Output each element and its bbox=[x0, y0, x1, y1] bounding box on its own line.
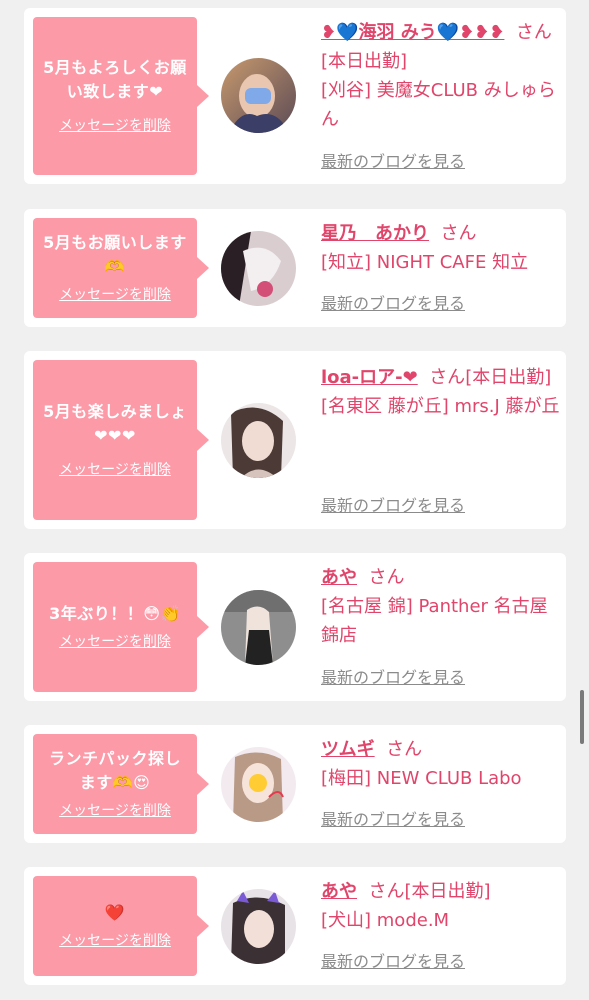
latest-blog-link[interactable]: 最新のブログを見る bbox=[321, 293, 465, 315]
girl-name-link[interactable]: 星乃 あかり bbox=[321, 223, 429, 244]
entry-info: ツムギ さん [梅田] NEW CLUB Labo bbox=[321, 735, 561, 793]
honorific: さん bbox=[386, 739, 423, 760]
scrollbar[interactable] bbox=[580, 690, 584, 744]
delete-message-link[interactable]: メッセージを削除 bbox=[59, 931, 171, 951]
message-bubble: 5月もお願いします🫶 メッセージを削除 bbox=[33, 218, 209, 318]
honorific: さん bbox=[368, 567, 405, 588]
girl-name-link[interactable]: あや bbox=[321, 567, 357, 588]
entry-info: loa-ロア-❤ さん[本日出勤] [名東区 藤が丘] mrs.J 藤が丘 bbox=[321, 363, 561, 421]
status-text: [本日出勤] bbox=[465, 367, 552, 388]
list-item: 5月もよろしくお願い致します❤ メッセージを削除 ❥💙海羽 みう💙❥❥❥ さん [… bbox=[24, 8, 566, 184]
girl-name-link[interactable]: ❥💙海羽 みう💙❥❥❥ bbox=[321, 22, 504, 43]
photo-avatar-icon bbox=[221, 889, 296, 964]
message-text: ❤️ bbox=[104, 903, 126, 922]
honorific: さん bbox=[429, 367, 466, 388]
entry-info: あや さん[本日出勤] [犬山] mode.M bbox=[321, 877, 561, 935]
shop-location: [知立] NIGHT CAFE 知立 bbox=[321, 252, 529, 273]
avatar[interactable] bbox=[221, 889, 296, 964]
avatar[interactable] bbox=[221, 590, 296, 665]
list-item: 5月もお願いします🫶 メッセージを削除 星乃 あかり さん [知立] NIGHT… bbox=[24, 209, 566, 327]
message-bubble: ❤️ メッセージを削除 bbox=[33, 876, 209, 976]
avatar[interactable] bbox=[221, 747, 296, 822]
shop-location: [名古屋 錦] Panther 名古屋錦店 bbox=[321, 596, 548, 646]
delete-message-link[interactable]: メッセージを削除 bbox=[59, 116, 171, 136]
delete-message-link[interactable]: メッセージを削除 bbox=[59, 460, 171, 480]
message-bubble: 5月も楽しみましょ❤❤❤ メッセージを削除 bbox=[33, 360, 209, 520]
photo-avatar-icon bbox=[221, 58, 296, 133]
shop-location: [梅田] NEW CLUB Labo bbox=[321, 768, 522, 789]
message-text: 3年ぶり！！😳👏 bbox=[49, 604, 181, 623]
honorific: さん bbox=[368, 881, 405, 902]
list-item: ランチパック探します🫶😍 メッセージを削除 ツムギ さん [梅田] NEW CL… bbox=[24, 725, 566, 843]
message-bubble: 5月もよろしくお願い致します❤ メッセージを削除 bbox=[33, 17, 209, 175]
entry-info: あや さん [名古屋 錦] Panther 名古屋錦店 bbox=[321, 563, 561, 650]
honorific: さん bbox=[515, 22, 552, 43]
entry-info: ❥💙海羽 みう💙❥❥❥ さん [本日出勤] [刈谷] 美魔女CLUB みしゅらん bbox=[321, 18, 561, 134]
delete-message-link[interactable]: メッセージを削除 bbox=[59, 801, 171, 821]
message-text: 5月も楽しみましょ❤❤❤ bbox=[43, 402, 187, 445]
list-item: 5月も楽しみましょ❤❤❤ メッセージを削除 loa-ロア-❤ さん[本日出勤] … bbox=[24, 351, 566, 529]
latest-blog-link[interactable]: 最新のブログを見る bbox=[321, 495, 465, 517]
photo-avatar-icon bbox=[221, 403, 296, 478]
message-text: 5月もお願いします🫶 bbox=[43, 233, 187, 276]
photo-avatar-icon bbox=[221, 231, 296, 306]
list-item: ❤️ メッセージを削除 あや さん[本日出勤] [犬山] mode.M 最新のブ… bbox=[24, 867, 566, 985]
delete-message-link[interactable]: メッセージを削除 bbox=[59, 632, 171, 652]
status-text: [本日出勤] bbox=[321, 51, 408, 72]
shop-location: [名東区 藤が丘] mrs.J 藤が丘 bbox=[321, 396, 560, 417]
message-bubble: ランチパック探します🫶😍 メッセージを削除 bbox=[33, 734, 209, 834]
girl-name-link[interactable]: loa-ロア-❤ bbox=[321, 367, 418, 388]
latest-blog-link[interactable]: 最新のブログを見る bbox=[321, 667, 465, 689]
latest-blog-link[interactable]: 最新のブログを見る bbox=[321, 809, 465, 831]
honorific: さん bbox=[440, 223, 477, 244]
latest-blog-link[interactable]: 最新のブログを見る bbox=[321, 151, 465, 173]
photo-avatar-icon bbox=[221, 747, 296, 822]
latest-blog-link[interactable]: 最新のブログを見る bbox=[321, 951, 465, 973]
message-text: 5月もよろしくお願い致します❤ bbox=[43, 58, 187, 101]
photo-avatar-icon bbox=[221, 590, 296, 665]
shop-location: [刈谷] 美魔女CLUB みしゅらん bbox=[321, 80, 556, 130]
girl-name-link[interactable]: ツムギ bbox=[321, 739, 375, 760]
message-text: ランチパック探します🫶😍 bbox=[48, 749, 181, 792]
list-item: 3年ぶり！！😳👏 メッセージを削除 あや さん [名古屋 錦] Panther … bbox=[24, 553, 566, 701]
message-bubble: 3年ぶり！！😳👏 メッセージを削除 bbox=[33, 562, 209, 692]
avatar[interactable] bbox=[221, 231, 296, 306]
girl-name-link[interactable]: あや bbox=[321, 881, 357, 902]
avatar[interactable] bbox=[221, 58, 296, 133]
delete-message-link[interactable]: メッセージを削除 bbox=[59, 285, 171, 305]
avatar[interactable] bbox=[221, 403, 296, 478]
shop-location: [犬山] mode.M bbox=[321, 910, 450, 931]
status-text: [本日出勤] bbox=[404, 881, 491, 902]
entry-info: 星乃 あかり さん [知立] NIGHT CAFE 知立 bbox=[321, 219, 561, 277]
